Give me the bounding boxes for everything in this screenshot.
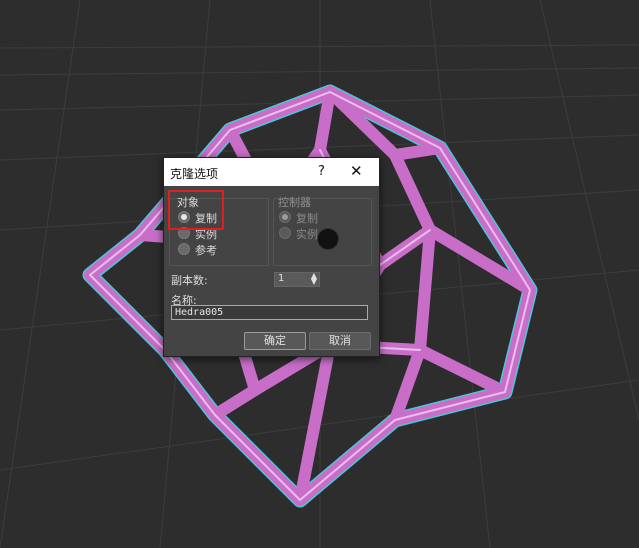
help-button[interactable]: ? bbox=[318, 164, 325, 179]
ok-button[interactable]: 确定 bbox=[244, 332, 306, 350]
copies-spinner[interactable]: 1 ▲ ▼ bbox=[274, 272, 320, 287]
cursor-icon bbox=[317, 228, 339, 250]
name-input[interactable] bbox=[171, 305, 368, 320]
controller-copy-label: 复制 bbox=[296, 212, 318, 225]
radio-selected-icon bbox=[279, 211, 291, 223]
radio-icon bbox=[279, 227, 291, 239]
controller-instance-label: 实例 bbox=[296, 228, 318, 241]
cancel-button[interactable]: 取消 bbox=[309, 332, 371, 350]
red-highlight-box bbox=[168, 190, 224, 230]
dialog-titlebar[interactable]: 克隆选项 ? ✕ bbox=[164, 158, 379, 186]
spinner-arrows-icon[interactable]: ▲ ▼ bbox=[311, 272, 317, 286]
close-button[interactable]: ✕ bbox=[350, 162, 363, 180]
dialog-title: 克隆选项 bbox=[170, 167, 219, 181]
radio-icon bbox=[178, 243, 190, 255]
copies-value: 1 bbox=[278, 273, 285, 284]
controller-group-label: 控制器 bbox=[278, 196, 311, 209]
copies-label: 副本数: bbox=[171, 274, 208, 287]
object-reference-label: 参考 bbox=[195, 244, 217, 257]
clone-options-dialog: 克隆选项 ? ✕ 对象 控制器 复制 实例 参考 复制 实例 副本数: 1 ▲ ▼… bbox=[163, 157, 380, 357]
